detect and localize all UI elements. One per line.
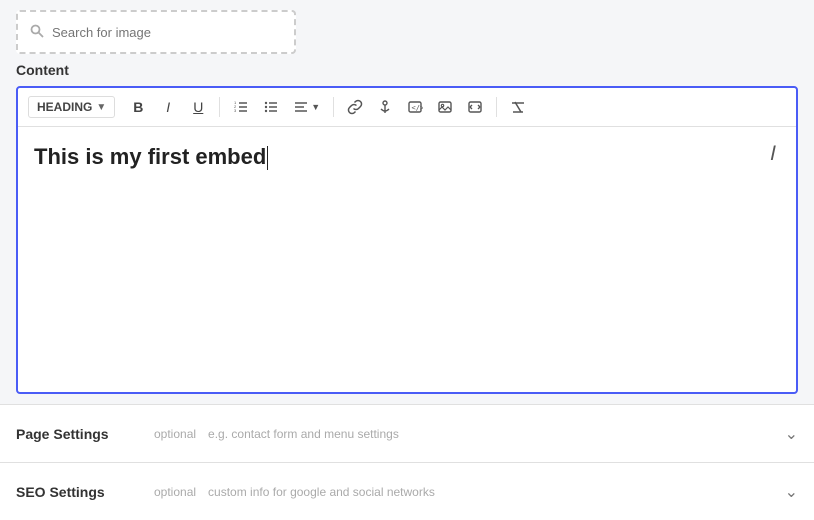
page-settings-title: Page Settings: [16, 426, 146, 442]
page-settings-optional: optional: [154, 427, 196, 441]
image-button[interactable]: [432, 94, 458, 120]
search-icon: [30, 24, 44, 41]
image-search-box: [16, 10, 296, 54]
heading-dropdown[interactable]: HEADING ▼: [28, 96, 115, 118]
ordered-list-button[interactable]: 1 2 3: [228, 94, 254, 120]
content-section: Content HEADING ▼ B I U: [0, 62, 814, 404]
embed-button[interactable]: </>: [402, 94, 428, 120]
seo-settings-chevron-icon: ⌄: [785, 482, 798, 502]
page-settings-accordion[interactable]: Page Settings optional e.g. contact form…: [0, 404, 814, 462]
svg-text:3: 3: [234, 108, 237, 113]
chevron-down-icon: ▼: [96, 102, 106, 113]
image-search-input[interactable]: [52, 25, 282, 40]
unordered-list-button[interactable]: [258, 94, 284, 120]
editor-body[interactable]: This is my first embed 𝐼: [18, 127, 796, 392]
image-search-area: [0, 0, 814, 62]
code-button[interactable]: [462, 94, 488, 120]
align-chevron-icon: ▼: [311, 102, 320, 112]
text-cursor: [267, 146, 268, 170]
content-label: Content: [16, 62, 798, 78]
seo-settings-optional: optional: [154, 485, 196, 499]
editor-container: HEADING ▼ B I U 1: [16, 86, 798, 394]
align-button[interactable]: ▼: [288, 94, 325, 120]
anchor-button[interactable]: [372, 94, 398, 120]
editor-toolbar: HEADING ▼ B I U 1: [18, 88, 796, 127]
editor-content-text[interactable]: This is my first embed: [34, 143, 780, 172]
svg-text:</>: </>: [412, 104, 424, 112]
toolbar-separator-3: [496, 97, 497, 117]
page-settings-desc: e.g. contact form and menu settings: [208, 427, 399, 441]
seo-settings-accordion[interactable]: SEO Settings optional custom info for go…: [0, 462, 814, 520]
seo-settings-title: SEO Settings: [16, 484, 146, 500]
bold-button[interactable]: B: [125, 94, 151, 120]
heading-label: HEADING: [37, 100, 92, 114]
page-settings-chevron-icon: ⌄: [785, 424, 798, 444]
underline-button[interactable]: U: [185, 94, 211, 120]
seo-settings-desc: custom info for google and social networ…: [208, 485, 435, 499]
italic-button[interactable]: I: [155, 94, 181, 120]
link-button[interactable]: [342, 94, 368, 120]
clear-format-button[interactable]: [505, 94, 531, 120]
toolbar-separator-1: [219, 97, 220, 117]
i-beam-cursor: 𝐼: [770, 143, 776, 166]
toolbar-separator-2: [333, 97, 334, 117]
